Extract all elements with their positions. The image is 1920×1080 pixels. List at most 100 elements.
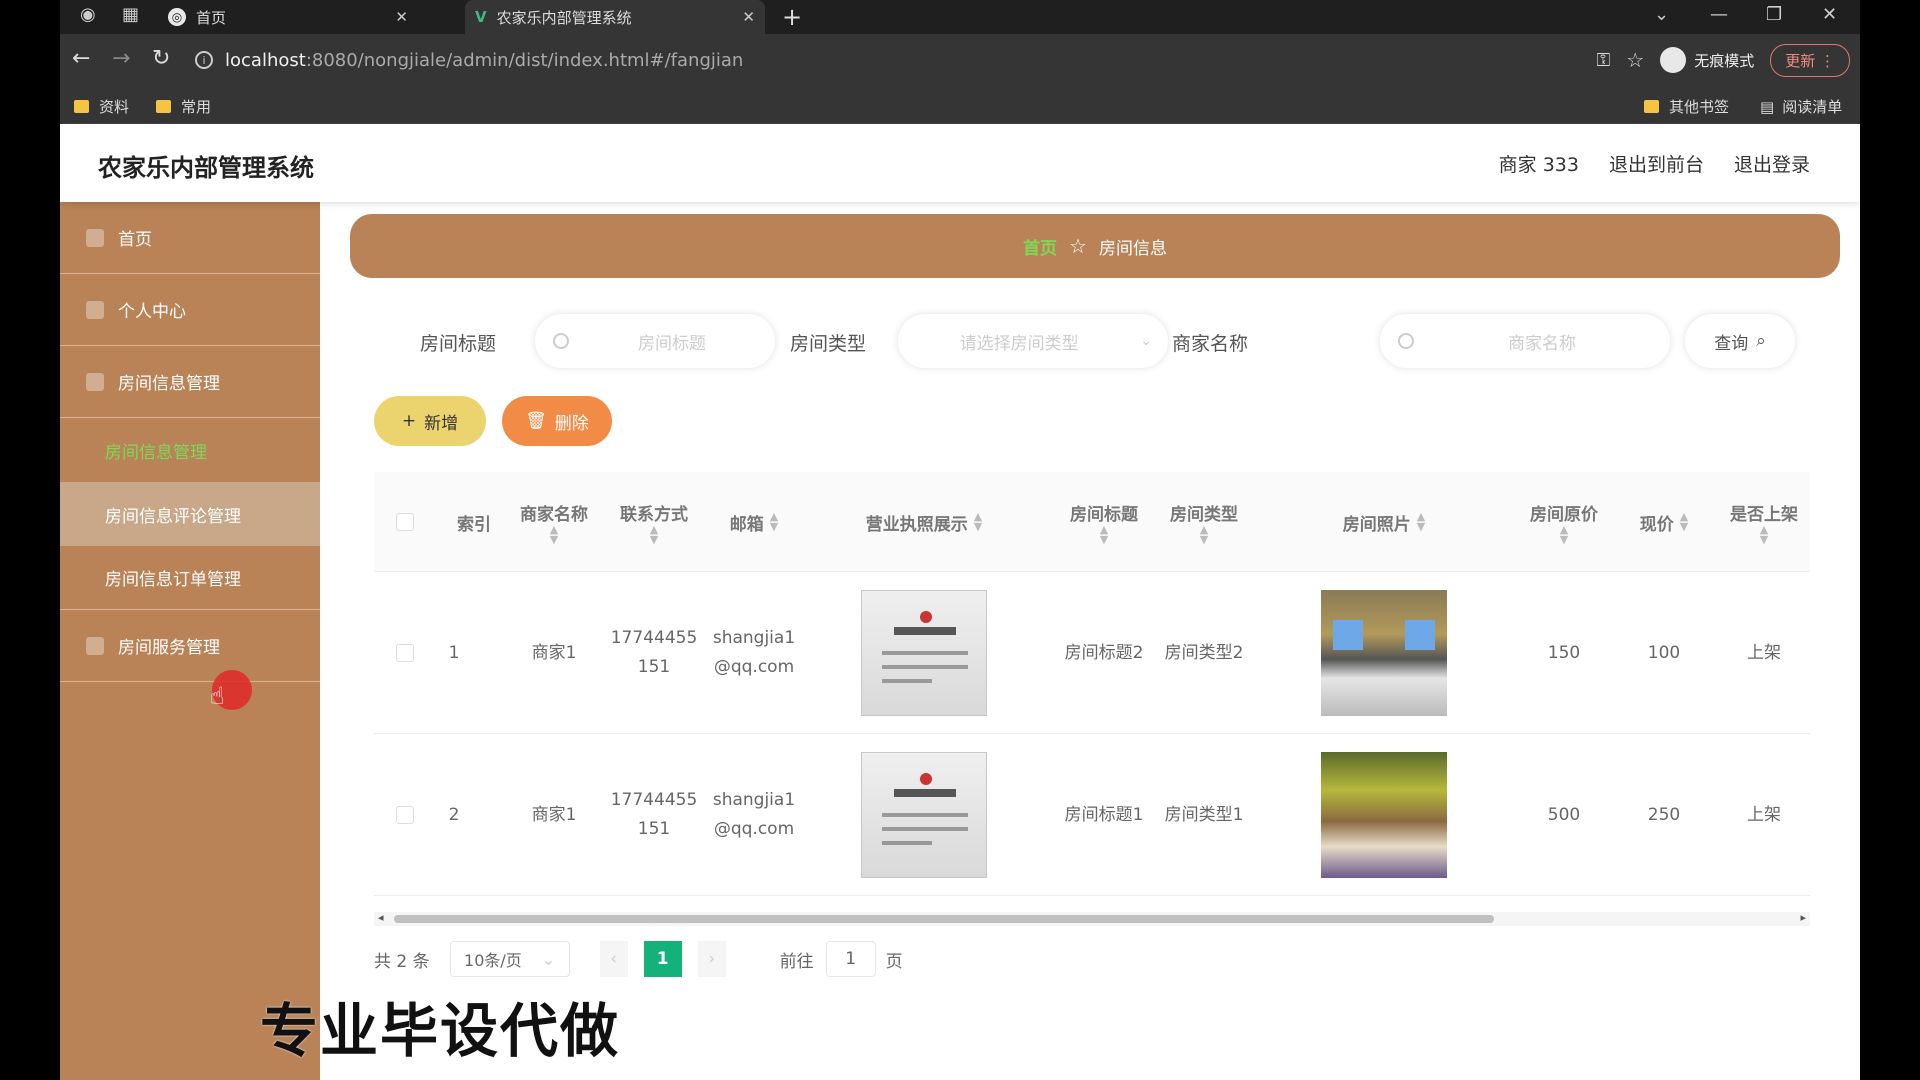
header-label: 房间类型 — [1170, 504, 1238, 525]
license-image[interactable] — [861, 590, 987, 716]
sidebar-item-profile[interactable]: 个人中心 — [60, 274, 320, 346]
url-field[interactable]: i localhost :8080/nongjiale/admin/dist/i… — [195, 42, 1795, 78]
cell-status: 上架 — [1747, 804, 1781, 825]
sort-icon[interactable]: ▲ ▼ — [1100, 524, 1108, 545]
sort-icon[interactable]: ▲ ▼ — [650, 524, 658, 545]
scroll-thumb[interactable] — [394, 915, 1494, 923]
restore-icon[interactable]: ❐ — [1766, 4, 1782, 25]
prev-page-icon[interactable]: ‹ — [599, 941, 628, 977]
minimize-icon[interactable]: — — [1710, 4, 1728, 25]
chevron-down-icon[interactable]: ⌄ — [1654, 4, 1669, 25]
watermark-text: 专业毕设代做 — [260, 997, 621, 1065]
search-icon: ⌕ — [1756, 331, 1766, 351]
col-email[interactable]: 邮箱 ▲ ▼ — [704, 472, 804, 572]
close-icon[interactable]: ✕ — [395, 8, 408, 26]
cell-merchant: 商家1 — [531, 642, 577, 663]
new-tab-icon[interactable]: + — [782, 3, 802, 31]
sidebar-item-room-info[interactable]: 房间信息管理 — [60, 346, 320, 418]
table-row[interactable]: 1 商家1 17744455151 shangjia1@qq.com 房间标题2… — [374, 572, 1810, 734]
sort-icon[interactable]: ▲ ▼ — [550, 524, 558, 545]
reload-icon[interactable]: ↻ — [152, 46, 170, 71]
star-icon[interactable]: ☆ — [1626, 48, 1644, 72]
sort-icon[interactable]: ▲ ▼ — [1680, 511, 1688, 532]
back-icon[interactable]: ← — [72, 46, 90, 71]
bookmark-folder[interactable]: 资料 — [74, 96, 129, 117]
tab-system[interactable]: V 农家乐内部管理系统 ✕ — [465, 0, 765, 34]
address-bar: ← → ↻ i localhost :8080/nongjiale/admin/… — [60, 34, 1860, 86]
sort-icon[interactable]: ▲ ▼ — [1200, 524, 1208, 545]
row-checkbox[interactable] — [396, 806, 414, 824]
select-all-checkbox[interactable] — [396, 513, 414, 531]
goto-page-input[interactable]: 1 — [825, 941, 876, 977]
sidebar-item-home[interactable]: 首页 — [60, 202, 320, 274]
horizontal-scrollbar[interactable]: ◂ ▸ — [374, 911, 1810, 926]
delete-button[interactable]: 🗑 删除 — [502, 396, 612, 446]
col-title[interactable]: 房间标题 ▲ ▼ — [1054, 472, 1154, 572]
scroll-right-icon[interactable]: ▸ — [1800, 911, 1806, 924]
page-size-value: 10条/页 — [464, 951, 522, 970]
folder-icon — [156, 100, 171, 113]
bookmarks-bar: 资料 常用 其他书签 ▤ 阅读清单 — [60, 86, 1860, 124]
query-button[interactable]: 查询 ⌕ — [1685, 314, 1795, 368]
sort-icon[interactable]: ▲ ▼ — [1560, 524, 1568, 545]
type-select[interactable]: 请选择房间类型 ⌄ — [898, 314, 1168, 368]
vue-icon: V — [475, 8, 487, 26]
breadcrumb-home[interactable]: 首页 — [1023, 234, 1057, 259]
bookmark-folder[interactable]: 常用 — [156, 96, 211, 117]
breadcrumb: 首页 ☆ 房间信息 — [350, 214, 1840, 278]
update-button[interactable]: 更新 ⋮ — [1770, 43, 1850, 77]
close-window-icon[interactable]: ✕ — [1822, 4, 1837, 25]
tab-home[interactable]: ◎ 首页 ✕ — [168, 0, 418, 34]
reading-list[interactable]: ▤ 阅读清单 — [1760, 96, 1842, 117]
sort-icon[interactable]: ▲ ▼ — [770, 511, 778, 532]
page-number-current[interactable]: 1 — [643, 941, 682, 977]
header-label: 商家名称 — [520, 504, 588, 525]
submenu-label: 房间信息评论管理 — [105, 506, 241, 527]
title-search-input[interactable]: 房间标题 — [535, 314, 775, 368]
page-title: 农家乐内部管理系统 — [98, 154, 314, 182]
next-page-icon[interactable]: › — [697, 941, 726, 977]
close-icon[interactable]: ✕ — [742, 8, 755, 26]
sidebar-item-room-service[interactable]: 房间服务管理 — [60, 610, 320, 682]
page-size-select[interactable]: 10条/页 ⌄ — [449, 941, 570, 977]
row-checkbox[interactable] — [396, 644, 414, 662]
merchant-filter-label: 商家名称 — [1172, 333, 1249, 355]
cell-license — [804, 734, 1044, 896]
col-type[interactable]: 房间类型 ▲ ▼ — [1154, 472, 1254, 572]
submenu-room-info[interactable]: 房间信息管理 — [60, 418, 320, 482]
col-photo[interactable]: 房间照片 ▲ ▼ — [1254, 472, 1514, 572]
col-price[interactable]: 现价 ▲ ▼ — [1614, 472, 1714, 572]
col-license[interactable]: 营业执照展示 ▲ ▼ — [804, 472, 1044, 572]
forward-icon[interactable]: → — [112, 46, 130, 71]
header-label: 现价 — [1639, 514, 1674, 535]
tab-strip: ◉ ▦ ◎ 首页 ✕ V 农家乐内部管理系统 ✕ + ⌄ — ❐ ✕ — [60, 0, 1860, 34]
logout-link[interactable]: 退出登录 — [1734, 150, 1810, 177]
merchant-search-input[interactable]: 商家名称 — [1380, 314, 1670, 368]
incognito-badge[interactable]: 无痕模式 — [1660, 47, 1754, 73]
col-orig-price[interactable]: 房间原价 ▲ ▼ — [1514, 472, 1614, 572]
submenu-room-orders[interactable]: 房间信息订单管理 — [60, 546, 320, 610]
room-photo[interactable] — [1321, 590, 1447, 716]
col-merchant[interactable]: 商家名称 ▲ ▼ — [504, 472, 604, 572]
tab-title: 农家乐内部管理系统 — [496, 8, 632, 27]
cell-photo — [1254, 734, 1514, 896]
info-icon[interactable]: i — [195, 51, 213, 69]
header-label: 索引 — [457, 514, 491, 535]
room-photo[interactable] — [1321, 752, 1447, 878]
sheets-icon[interactable]: ▦ — [122, 4, 139, 25]
submenu-room-comments[interactable]: 房间信息评论管理 — [60, 482, 320, 546]
license-image[interactable] — [861, 752, 987, 878]
scroll-left-icon[interactable]: ◂ — [378, 911, 384, 924]
back-to-front-link[interactable]: 退出到前台 — [1609, 150, 1704, 177]
col-phone[interactable]: 联系方式 ▲ ▼ — [604, 472, 704, 572]
table-row[interactable]: 2 商家1 17744455151 shangjia1@qq.com 房间标题1… — [374, 734, 1810, 896]
add-button[interactable]: + 新增 — [374, 396, 486, 446]
col-status[interactable]: 是否上架 ▲ ▼ — [1714, 472, 1810, 572]
sort-icon[interactable]: ▲ ▼ — [1417, 511, 1425, 532]
key-icon[interactable]: ⚿ — [1597, 50, 1611, 71]
sort-icon[interactable]: ▲ ▼ — [974, 511, 982, 532]
other-bookmarks[interactable]: 其他书签 — [1644, 96, 1729, 117]
sort-icon[interactable]: ▲ ▼ — [1760, 524, 1768, 545]
browser-tools: ⚿ ☆ 无痕模式 更新 ⋮ — [1597, 43, 1850, 77]
cell-title: 房间标题1 — [1064, 804, 1144, 825]
